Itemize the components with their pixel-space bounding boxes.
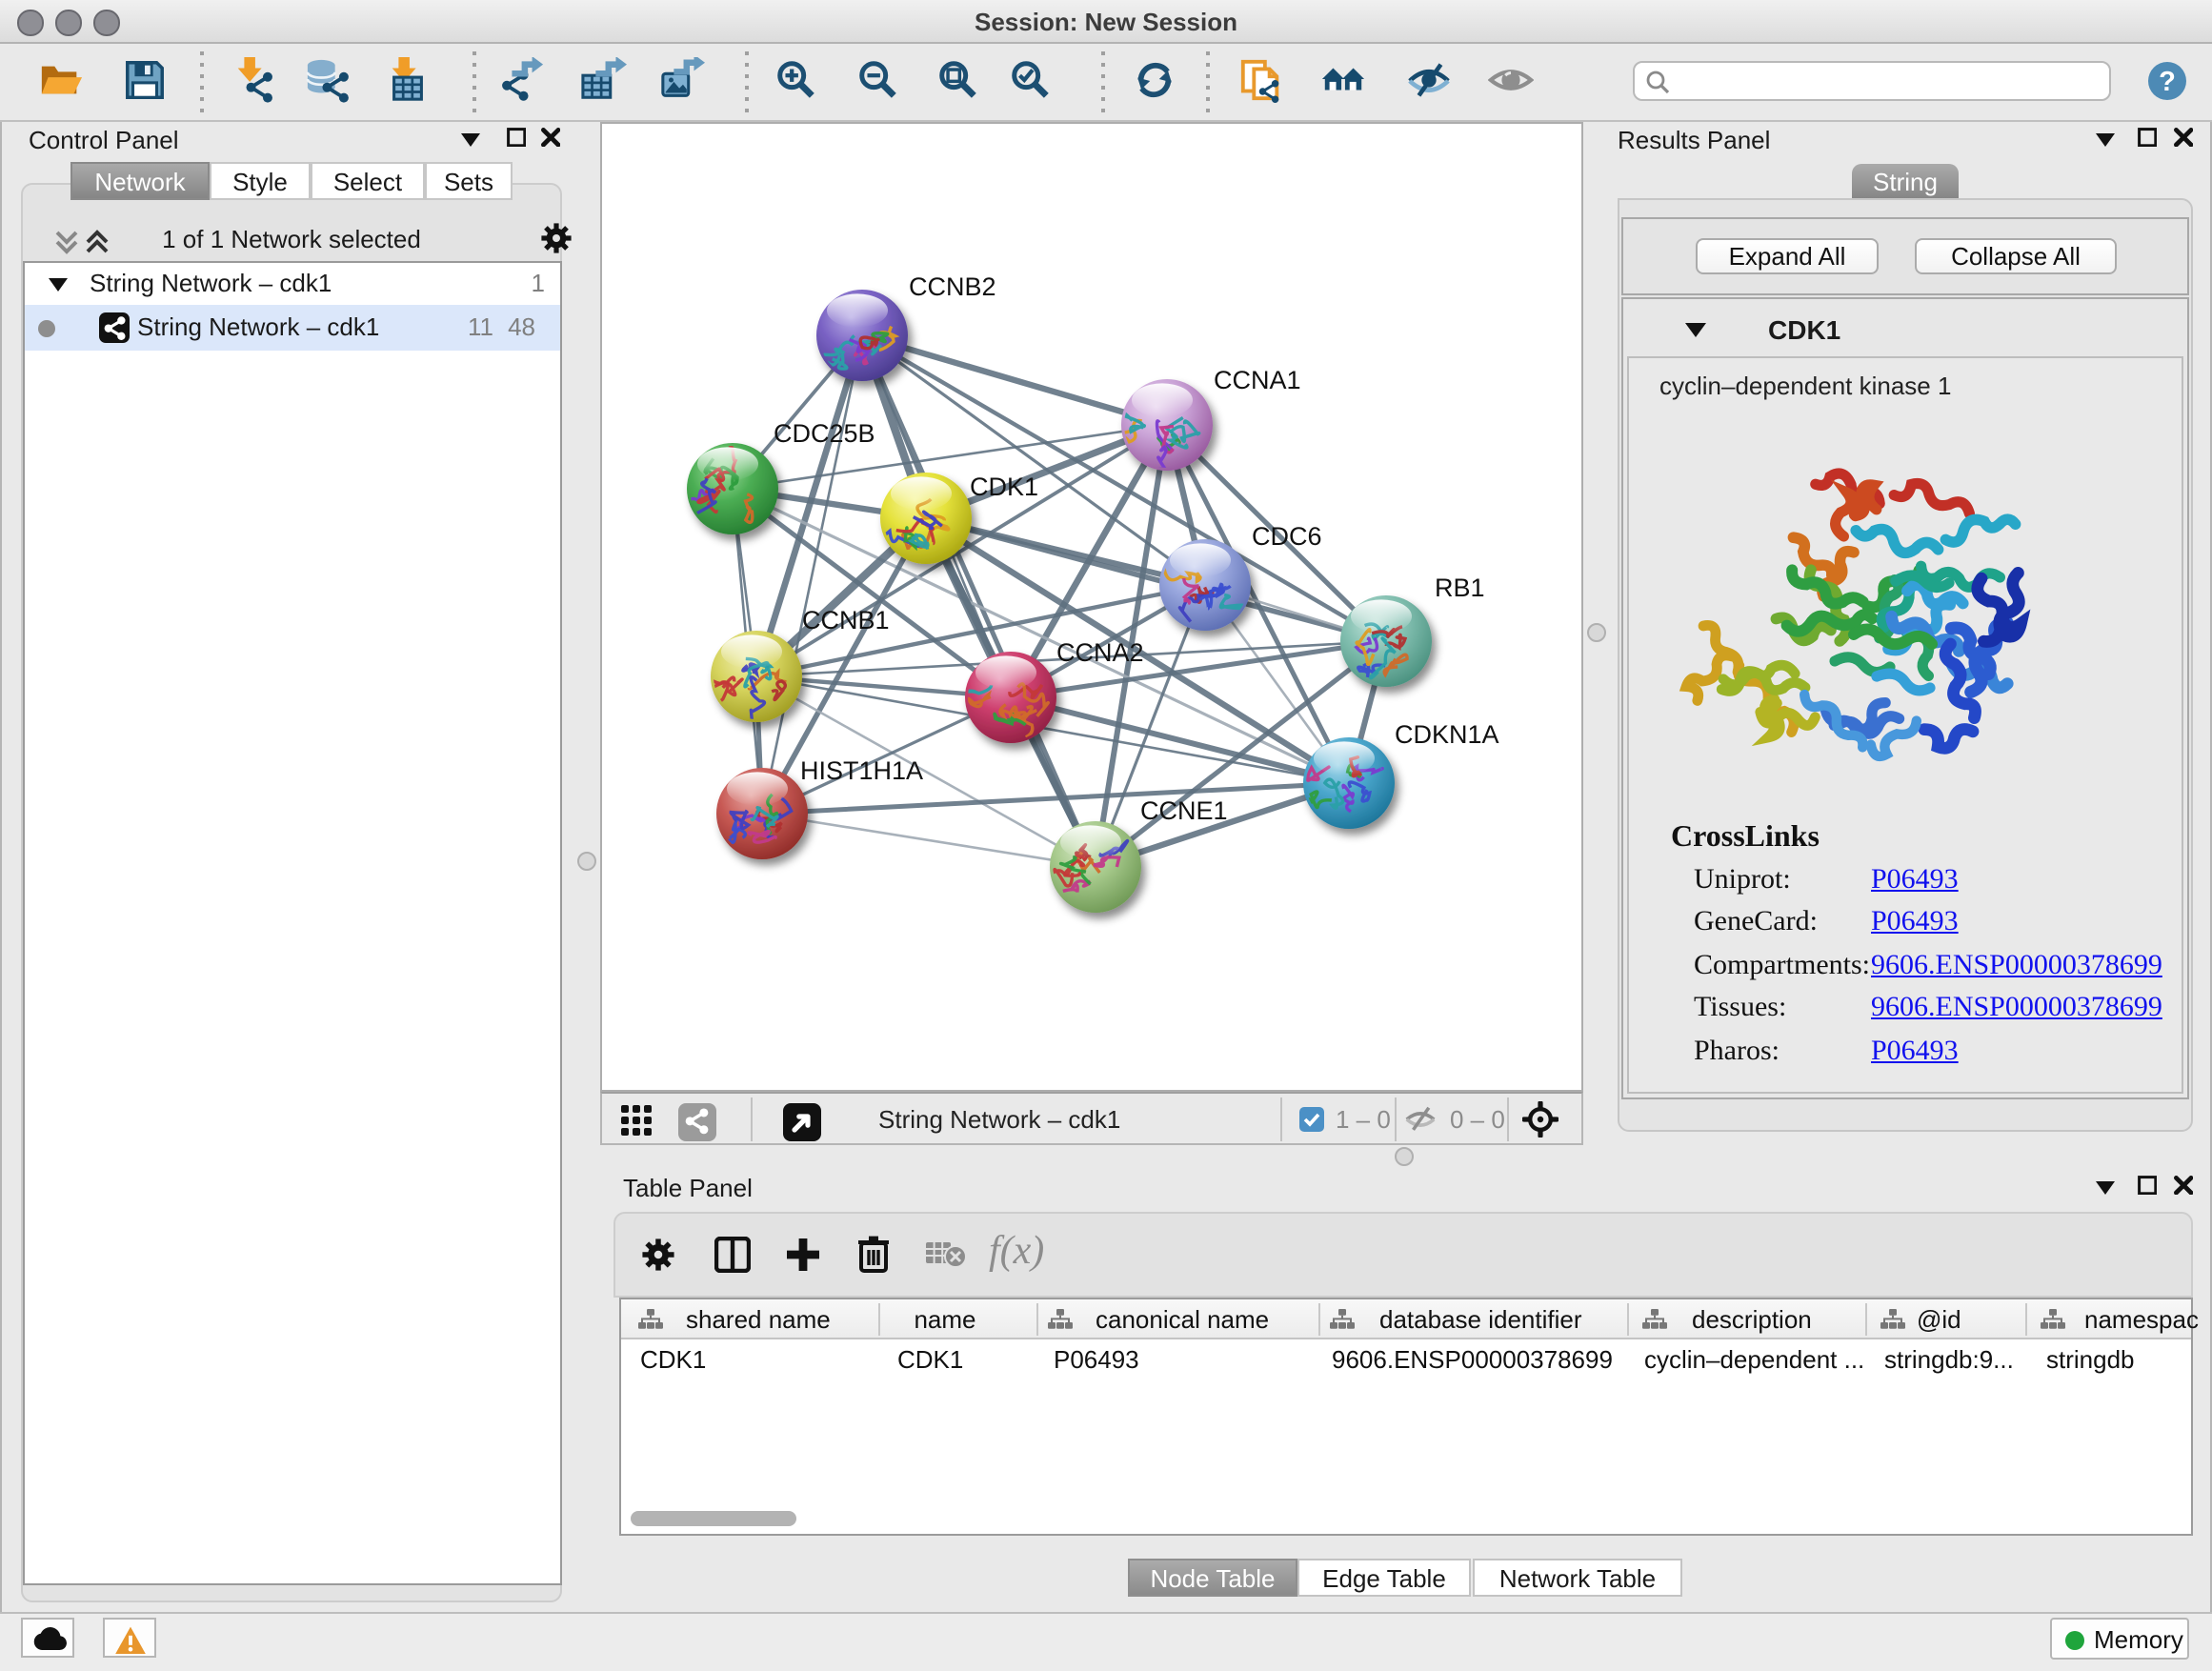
svg-text:CCNE1: CCNE1 [1140,796,1228,825]
svg-text:CDK1: CDK1 [970,473,1038,501]
svg-text:HIST1H1A: HIST1H1A [800,756,923,785]
svg-text:CCNB1: CCNB1 [802,606,890,634]
svg-text:CCNB2: CCNB2 [909,272,996,301]
svg-text:CCNA2: CCNA2 [1056,638,1144,667]
svg-text:RB1: RB1 [1435,574,1485,602]
svg-text:CDKN1A: CDKN1A [1395,720,1499,749]
svg-text:CCNA1: CCNA1 [1214,366,1301,394]
svg-text:?: ? [2159,67,2176,97]
svg-text:CDC25B: CDC25B [774,419,875,448]
svg-text:CDC6: CDC6 [1252,522,1322,551]
